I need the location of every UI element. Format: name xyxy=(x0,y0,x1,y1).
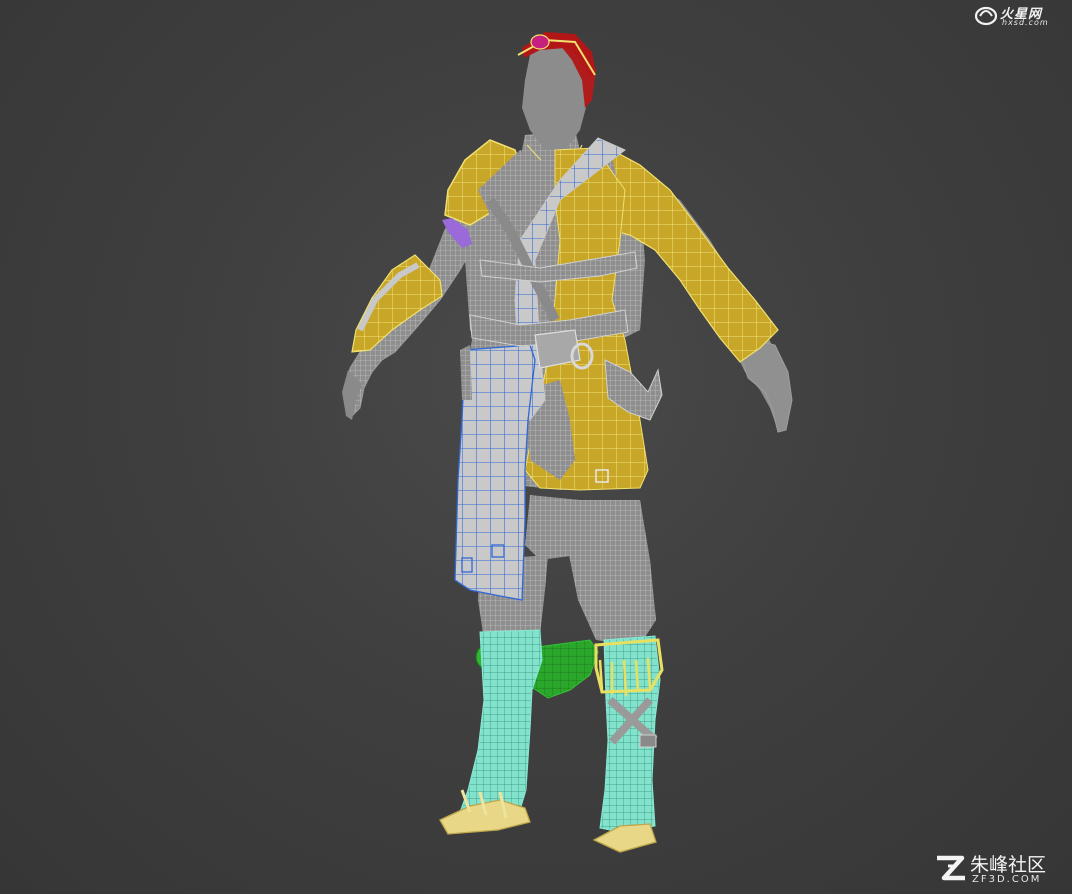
sole-left xyxy=(439,799,531,835)
hxsd-watermark: 火星网 hxsd.com xyxy=(974,3,1060,29)
hxsd-logo-icon xyxy=(974,6,998,26)
zf3d-watermark: 朱峰社区 ZF3D.COM xyxy=(934,850,1062,888)
character-model[interactable] xyxy=(0,0,1072,894)
zf3d-subtitle: ZF3D.COM xyxy=(972,874,1042,885)
zf3d-logo-icon xyxy=(937,855,965,881)
3d-viewport[interactable]: 火星网 hxsd.com 朱峰社区 ZF3D.COM xyxy=(0,0,1072,894)
boot-right[interactable] xyxy=(592,635,664,853)
head[interactable] xyxy=(517,32,596,169)
hxsd-subtitle: hxsd.com xyxy=(1002,18,1049,27)
boot-left[interactable] xyxy=(439,629,543,835)
head-gem xyxy=(530,34,550,50)
zf3d-title: 朱峰社区 xyxy=(970,854,1047,876)
